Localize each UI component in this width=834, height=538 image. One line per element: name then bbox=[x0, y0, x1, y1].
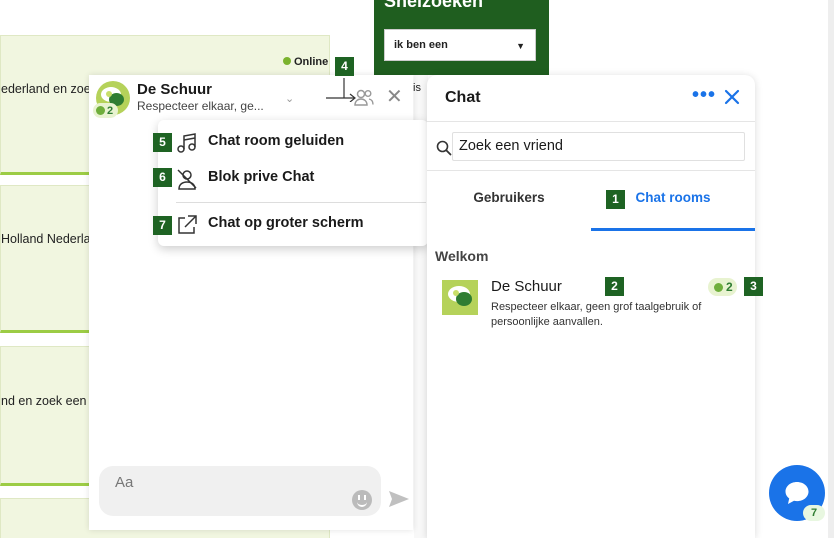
panel-title: Chat bbox=[445, 89, 481, 106]
marker-3: 3 bbox=[744, 277, 763, 296]
message-placeholder: Aa bbox=[115, 474, 134, 491]
emoji-icon[interactable] bbox=[352, 490, 372, 510]
arrow-icon bbox=[326, 78, 356, 102]
member-count-badge: 2 bbox=[93, 103, 119, 118]
room-count-value: 2 bbox=[726, 280, 733, 294]
chat-panel: Chat ••• Zoek een vriend Gebruikers Chat… bbox=[427, 75, 755, 538]
room-list-description: Respecteer elkaar, geen grof taalgebruik… bbox=[491, 301, 702, 328]
quicksearch-box: Snelzoeken ik ben een ▼ bbox=[374, 0, 549, 75]
block-user-icon bbox=[177, 169, 197, 190]
chat-bubble-icon bbox=[785, 482, 809, 504]
menu-item-label: Chat op groter scherm bbox=[208, 215, 364, 231]
marker-6: 6 bbox=[153, 168, 172, 187]
chat-room-header[interactable]: 2 De Schuur Respecteer elkaar, ge... ⌄ ✕ bbox=[89, 75, 413, 121]
close-icon[interactable] bbox=[723, 88, 741, 106]
scrollbar[interactable] bbox=[828, 0, 834, 538]
send-icon[interactable] bbox=[388, 490, 410, 508]
room-subtitle: Respecteer elkaar, ge... bbox=[137, 99, 264, 113]
user-icon bbox=[96, 106, 105, 115]
close-icon[interactable]: ✕ bbox=[386, 87, 403, 107]
quicksearch-select-value: ik ben een bbox=[394, 39, 448, 51]
search-input[interactable]: Zoek een vriend bbox=[452, 132, 745, 161]
online-status: Online bbox=[283, 56, 328, 68]
bg-snippet: is bbox=[413, 82, 421, 94]
marker-1: 1 bbox=[606, 190, 625, 209]
marker-4: 4 bbox=[335, 57, 354, 76]
bg-snippet: Holland Nederla bbox=[1, 232, 91, 246]
room-member-count: 2 bbox=[708, 278, 737, 296]
bg-snippet: nd en zoek een bbox=[1, 394, 87, 408]
online-dot-icon bbox=[283, 57, 291, 65]
marker-7: 7 bbox=[153, 216, 172, 235]
chat-options-menu: Chat room geluiden Blok prive Chat Chat … bbox=[158, 120, 428, 246]
marker-2: 2 bbox=[605, 277, 624, 296]
section-heading: Welkom bbox=[435, 248, 489, 264]
menu-item-larger-screen[interactable]: Chat op groter scherm bbox=[176, 214, 364, 236]
online-label: Online bbox=[294, 56, 329, 68]
menu-divider bbox=[176, 202, 426, 203]
chevron-down-icon[interactable]: ⌄ bbox=[285, 92, 294, 105]
room-name: De Schuur bbox=[137, 81, 213, 98]
music-note-icon bbox=[177, 133, 196, 153]
search-icon bbox=[436, 140, 452, 156]
menu-item-room-sounds[interactable]: Chat room geluiden bbox=[176, 132, 344, 154]
room-logo-icon[interactable] bbox=[442, 280, 478, 315]
unread-count-badge: 7 bbox=[803, 505, 825, 521]
search-value: Zoek een vriend bbox=[459, 138, 563, 154]
user-icon bbox=[714, 282, 723, 292]
tab-users[interactable]: Gebruikers bbox=[427, 171, 591, 231]
room-list-name[interactable]: De Schuur bbox=[491, 278, 562, 295]
marker-5: 5 bbox=[153, 133, 172, 152]
quicksearch-select[interactable]: ik ben een ▼ bbox=[384, 29, 536, 61]
message-input[interactable]: Aa bbox=[99, 466, 381, 516]
external-link-icon bbox=[178, 215, 197, 234]
more-options-icon[interactable]: ••• bbox=[692, 85, 716, 105]
caret-down-icon: ▼ bbox=[516, 41, 525, 51]
bg-snippet: ederland en zoe bbox=[1, 82, 91, 96]
menu-item-label: Blok prive Chat bbox=[208, 169, 315, 185]
member-count: 2 bbox=[107, 104, 114, 117]
divider bbox=[427, 121, 755, 122]
menu-item-label: Chat room geluiden bbox=[208, 133, 345, 149]
quicksearch-title: Snelzoeken bbox=[384, 0, 484, 11]
menu-item-block-private-chat[interactable]: Blok prive Chat bbox=[176, 168, 314, 190]
